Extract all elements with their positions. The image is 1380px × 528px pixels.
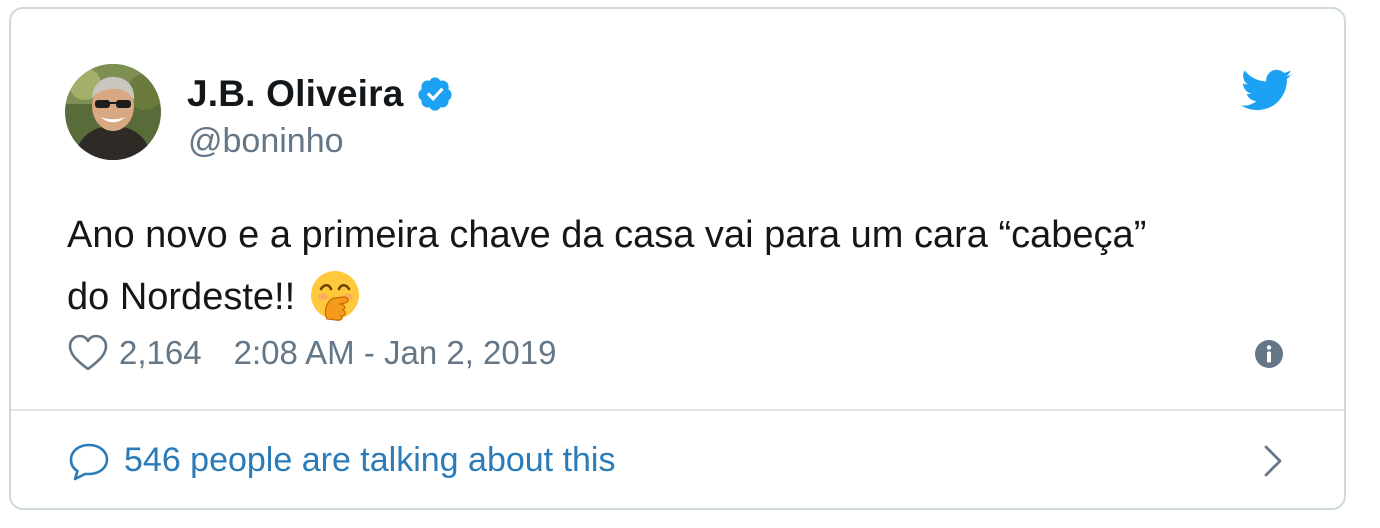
author-name-row[interactable]: J.B. Oliveira	[187, 69, 454, 119]
chevron-right-icon[interactable]	[1261, 443, 1285, 479]
twitter-bird-icon[interactable]	[1241, 69, 1293, 113]
talking-about-this-text[interactable]: 546 people are talking about this	[124, 441, 615, 480]
face-with-hand-over-mouth-emoji-icon	[309, 269, 361, 321]
author-name[interactable]: J.B. Oliveira	[187, 73, 404, 115]
like-count[interactable]: 2,164	[119, 334, 202, 372]
tweet-meta-row: 2,164 2:08 AM - Jan 2, 2019	[67, 331, 556, 375]
tweet-text-line-1: Ano novo e a primeira chave da casa vai …	[67, 214, 1147, 256]
avatar-photo	[65, 64, 161, 160]
tweet-text-line-2-text: do Nordeste!!	[67, 276, 296, 318]
verified-badge-icon	[416, 75, 454, 113]
author-handle[interactable]: @boninho	[188, 122, 344, 161]
tweet-timestamp[interactable]: 2:08 AM - Jan 2, 2019	[234, 334, 557, 372]
heart-icon[interactable]	[67, 333, 109, 373]
avatar[interactable]	[65, 64, 161, 160]
speech-bubble-icon	[67, 441, 111, 481]
tweet-card[interactable]: J.B. Oliveira @boninho Ano novo e a prim…	[9, 7, 1346, 510]
tweet-text-line-2: do Nordeste!!	[67, 266, 1307, 328]
conversation-link[interactable]: 546 people are talking about this	[11, 411, 1344, 510]
tweet-text: Ano novo e a primeira chave da casa vai …	[67, 204, 1307, 328]
info-icon[interactable]	[1254, 339, 1284, 369]
